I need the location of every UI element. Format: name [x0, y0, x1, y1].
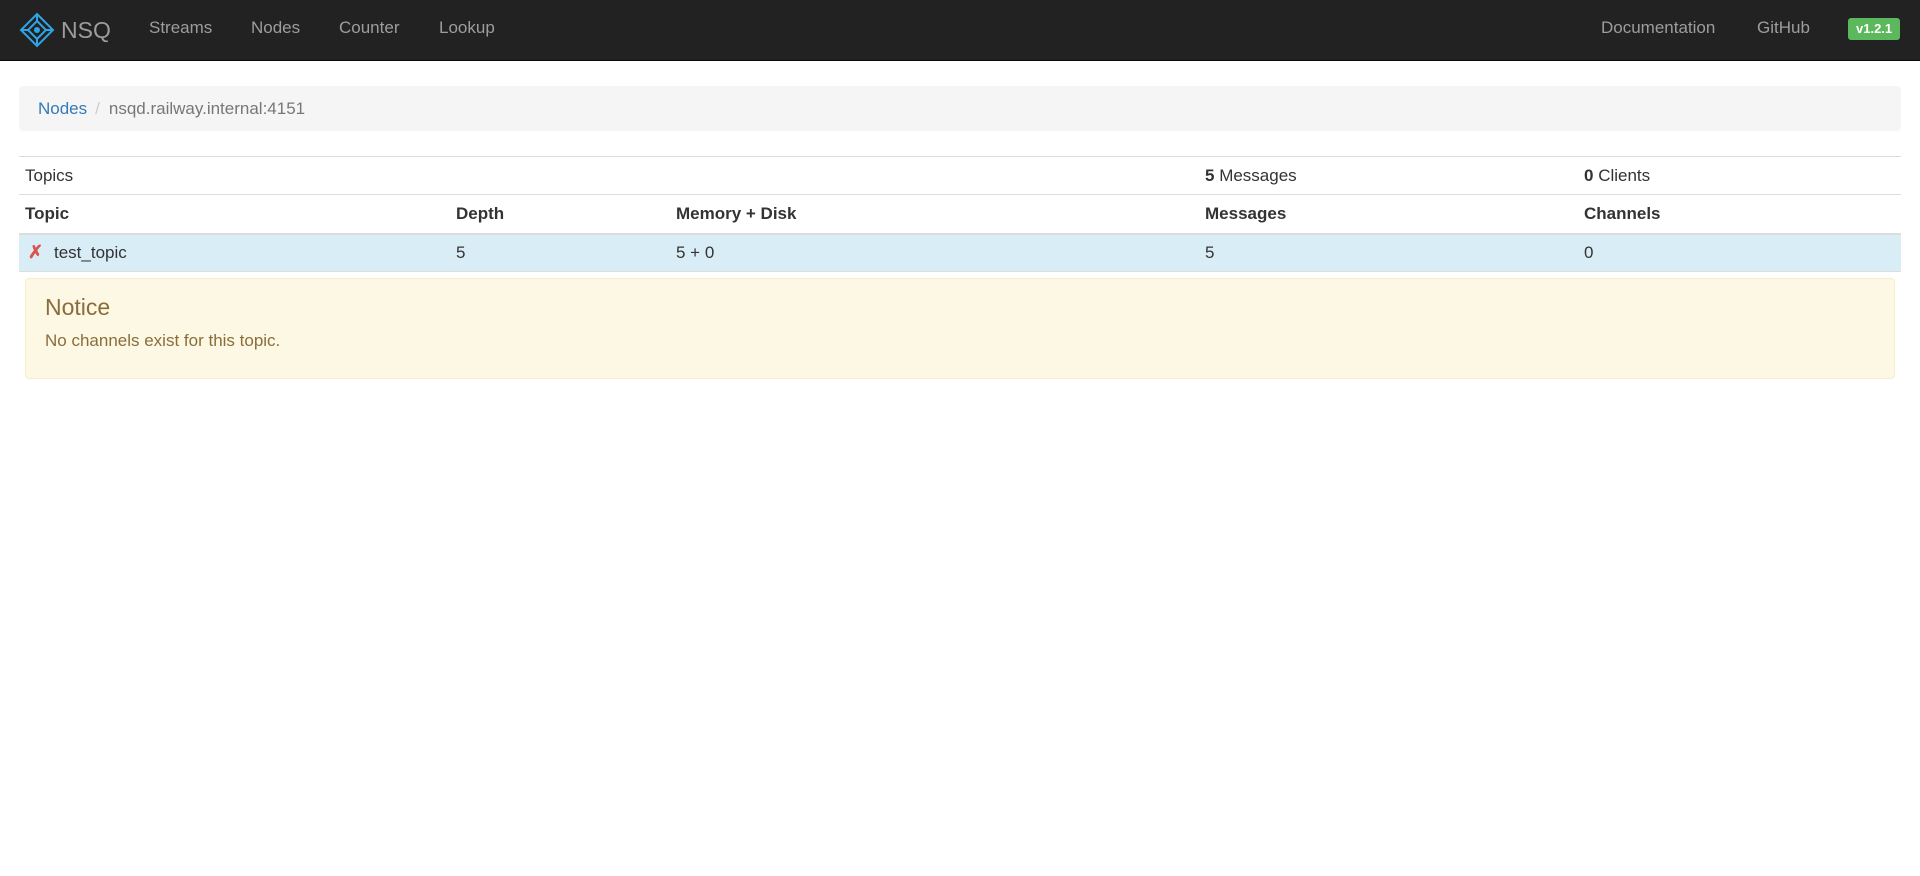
cell-depth: 5 — [450, 233, 670, 272]
nav-nodes[interactable]: Nodes — [251, 0, 300, 56]
header-depth: Depth — [450, 194, 670, 235]
nav-github[interactable]: GitHub — [1757, 0, 1810, 56]
breadcrumb-current: nsqd.railway.internal:4151 — [108, 98, 306, 118]
notice-alert: Notice No channels exist for this topic. — [25, 278, 1895, 379]
nav-streams[interactable]: Streams — [149, 0, 212, 56]
version-badge: v1.2.1 — [1848, 18, 1901, 40]
total-messages-label: Messages — [1214, 165, 1297, 185]
breadcrumb: Nodes / nsqd.railway.internal:4151 — [19, 86, 1901, 131]
delete-topic-icon[interactable]: ✗ — [28, 242, 43, 263]
nsq-logo-icon — [19, 12, 55, 48]
notice-title: Notice — [45, 294, 111, 320]
notice-message: No channels exist for this topic. — [45, 331, 281, 350]
topics-table: Topics 5 Messages 0 Clients Topic Depth … — [19, 156, 1901, 272]
nav-documentation[interactable]: Documentation — [1601, 0, 1715, 56]
breadcrumb-separator: / — [95, 98, 100, 118]
cell-channels: 0 — [1578, 233, 1901, 272]
brand-link[interactable]: NSQ — [19, 10, 111, 50]
total-clients-label: Clients — [1593, 165, 1651, 185]
topics-summary-row: Topics 5 Messages 0 Clients — [19, 156, 1901, 195]
topic-link[interactable]: test_topic — [54, 243, 127, 262]
nav-lookup[interactable]: Lookup — [439, 0, 495, 56]
table-row: ✗ test_topic 5 5 + 0 5 0 — [19, 233, 1901, 272]
breadcrumb-nodes-link[interactable]: Nodes — [38, 99, 87, 119]
table-header-row: Topic Depth Memory + Disk Messages Chann… — [19, 194, 1901, 235]
topics-label: Topics — [19, 156, 1199, 195]
header-memory-disk: Memory + Disk — [670, 194, 1199, 235]
cell-messages: 5 — [1199, 233, 1578, 272]
brand-name: NSQ — [61, 16, 111, 43]
total-messages: 5 Messages — [1199, 156, 1578, 195]
header-messages: Messages — [1199, 194, 1578, 235]
header-channels: Channels — [1578, 194, 1901, 235]
cell-memory-disk: 5 + 0 — [670, 233, 1199, 272]
header-topic: Topic — [19, 194, 450, 235]
nav-counter[interactable]: Counter — [339, 0, 399, 56]
total-clients: 0 Clients — [1578, 156, 1901, 195]
top-navbar: NSQ Streams Nodes Counter Lookup Documen… — [0, 0, 1920, 61]
cell-topic: ✗ test_topic — [19, 233, 450, 272]
